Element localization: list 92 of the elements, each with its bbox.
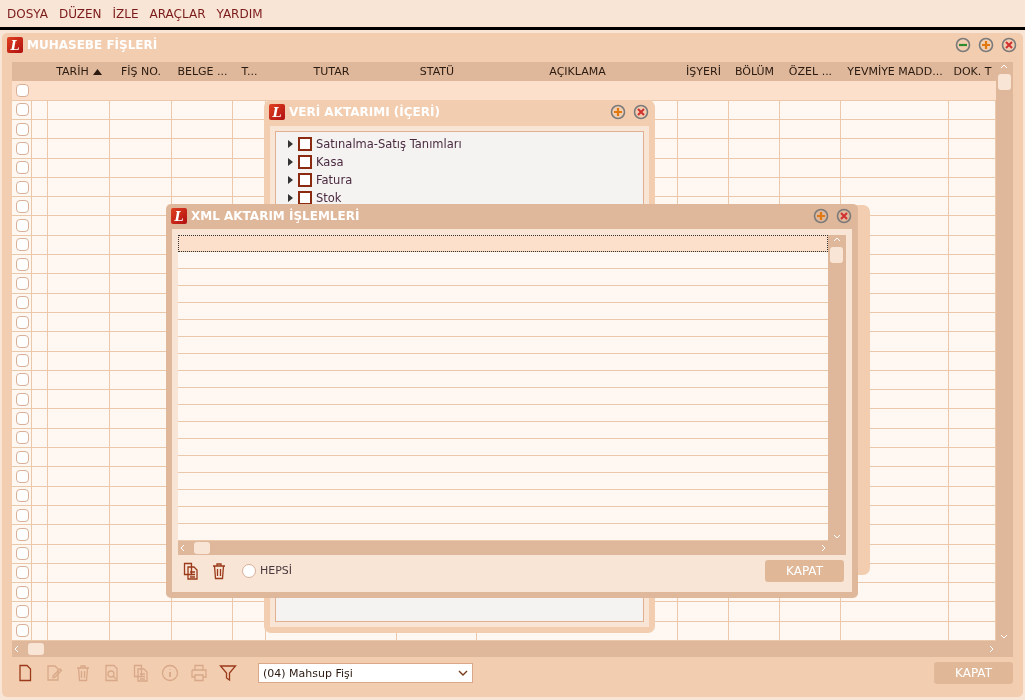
row-checkbox[interactable]	[15, 605, 29, 619]
scroll-thumb[interactable]	[28, 643, 44, 655]
type-dropdown[interactable]: (04) Mahsup Fişi	[258, 663, 473, 683]
expand-arrow-icon[interactable]	[286, 194, 294, 202]
row-checkbox[interactable]	[15, 277, 29, 290]
plus-icon[interactable]	[813, 208, 829, 224]
row-checkbox[interactable]	[15, 141, 29, 155]
row-checkbox[interactable]	[15, 180, 29, 194]
row-checkbox[interactable]	[15, 624, 29, 638]
column-header[interactable]: ÖZEL ...	[780, 62, 841, 82]
window-title: MUHASEBE FİŞLERİ	[27, 38, 159, 52]
expand-arrow-icon[interactable]	[286, 140, 294, 148]
menu-item[interactable]: İZLE	[112, 6, 139, 21]
close-icon[interactable]	[1001, 37, 1017, 53]
app-logo: L	[269, 104, 285, 120]
row-checkbox[interactable]	[15, 412, 29, 426]
list-row[interactable]	[178, 235, 828, 252]
scroll-up-icon[interactable]	[999, 62, 1009, 70]
row-checkbox[interactable]	[15, 373, 29, 387]
close-icon[interactable]	[633, 104, 649, 120]
expand-arrow-icon[interactable]	[286, 176, 294, 184]
tree-checkbox[interactable]	[298, 155, 312, 169]
app-logo: L	[171, 208, 187, 224]
horizontal-scrollbar[interactable]	[12, 641, 996, 657]
column-header[interactable]: TARİH	[48, 62, 110, 82]
trash-icon[interactable]	[210, 561, 228, 580]
row-checkbox[interactable]	[15, 334, 29, 348]
scroll-down-icon[interactable]	[831, 533, 842, 541]
plus-icon[interactable]	[978, 37, 994, 53]
row-checkbox[interactable]	[15, 219, 29, 233]
column-header[interactable]: YEVMİYE MADD...	[841, 62, 949, 82]
row-checkbox[interactable]	[15, 354, 29, 368]
plus-icon[interactable]	[610, 104, 626, 120]
tree-checkbox[interactable]	[298, 137, 312, 151]
tree-item[interactable]: Kasa	[316, 155, 344, 169]
tree-item[interactable]: Fatura	[316, 173, 353, 187]
row-checkbox[interactable]	[15, 84, 29, 98]
menu-item[interactable]: ARAÇLAR	[149, 6, 206, 21]
row-checkbox[interactable]	[15, 257, 29, 271]
copy-icon[interactable]	[182, 561, 200, 580]
row-checkbox[interactable]	[15, 296, 29, 310]
scroll-thumb[interactable]	[830, 247, 843, 263]
horizontal-scrollbar[interactable]	[178, 541, 828, 555]
vertical-scrollbar[interactable]	[996, 62, 1012, 641]
row-checkbox[interactable]	[15, 527, 29, 541]
column-header[interactable]: AÇIKLAMA	[477, 62, 678, 82]
expand-arrow-icon[interactable]	[286, 158, 294, 166]
app-logo: L	[7, 37, 23, 53]
column-header[interactable]: İŞYERİ	[678, 62, 729, 82]
row-checkbox[interactable]	[15, 238, 29, 252]
vertical-scrollbar[interactable]	[828, 235, 845, 541]
row-checkbox[interactable]	[15, 566, 29, 580]
filter-icon[interactable]	[219, 664, 237, 682]
row-checkbox[interactable]	[15, 392, 29, 406]
row-checkbox[interactable]	[15, 122, 29, 136]
checkbox-label: HEPSİ	[260, 564, 293, 577]
checkbox[interactable]	[242, 563, 256, 578]
column-header[interactable]: T...	[233, 62, 266, 82]
row-checkbox[interactable]	[15, 199, 29, 213]
window-title: VERİ AKTARIMI (İÇERİ)	[289, 105, 441, 119]
column-header[interactable]: FİŞ NO.	[110, 62, 172, 82]
row-checkbox[interactable]	[15, 161, 29, 175]
tree-checkbox[interactable]	[298, 191, 312, 205]
row-checkbox[interactable]	[15, 585, 29, 599]
menu-item[interactable]: YARDIM	[216, 6, 263, 21]
scroll-thumb[interactable]	[194, 542, 210, 554]
row-checkbox[interactable]	[15, 489, 29, 503]
row-checkbox[interactable]	[15, 450, 29, 464]
column-header[interactable]: DOK. T	[949, 62, 996, 82]
tree-item[interactable]: Satınalma-Satış Tanımları	[316, 137, 462, 151]
close-icon[interactable]	[836, 208, 852, 224]
row-checkbox[interactable]	[15, 508, 29, 522]
row-checkbox[interactable]	[15, 547, 29, 561]
window-title: XML AKTARIM İŞLEMLERİ	[191, 209, 361, 223]
scroll-up-icon[interactable]	[831, 235, 842, 243]
caret-icon[interactable]	[458, 670, 468, 676]
menu-item[interactable]: DOSYA	[7, 6, 48, 21]
column-header[interactable]: TUTAR	[266, 62, 397, 82]
tree-checkbox[interactable]	[298, 173, 312, 187]
menu-item[interactable]: DÜZEN	[58, 6, 102, 21]
row-checkbox[interactable]	[15, 315, 29, 329]
minimize-icon[interactable]	[955, 37, 971, 53]
row-checkbox[interactable]	[15, 431, 29, 445]
scroll-down-icon[interactable]	[999, 633, 1009, 641]
row-checkbox[interactable]	[15, 103, 29, 117]
new-document-icon[interactable]	[16, 664, 34, 682]
tree-item[interactable]: Stok	[316, 191, 342, 205]
row-checkbox[interactable]	[15, 469, 29, 483]
scroll-thumb[interactable]	[997, 74, 1011, 90]
column-header[interactable]: BELGE ...	[172, 62, 233, 82]
column-header[interactable]: BÖLÜM	[729, 62, 780, 82]
column-header[interactable]: STATÜ	[397, 62, 477, 82]
